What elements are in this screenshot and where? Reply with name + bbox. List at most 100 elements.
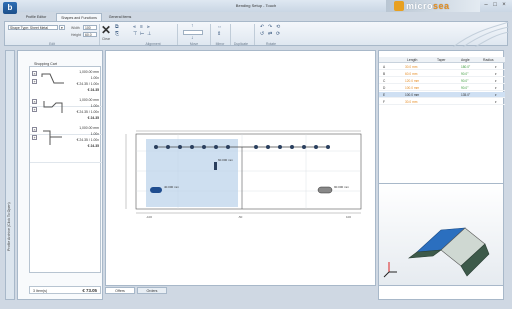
dimension-label-c: 60.000 mm (218, 158, 234, 162)
row-id: F (383, 100, 385, 104)
cart-item-count: 3 Item(s) (33, 289, 48, 293)
flip-icon[interactable]: ⇄ (268, 32, 272, 37)
axis-label-start: -100 (146, 215, 152, 219)
drawing-canvas[interactable]: 40.000 mm 60.000 mm 90.000 mm -100 -50 1… (105, 50, 376, 286)
row-length: 60.0 mm (405, 72, 418, 76)
move-up-icon[interactable]: ↑ (191, 24, 194, 29)
mirror-horizontal-icon[interactable]: ⇔ (217, 25, 222, 30)
cart-total-price: € 73.05 (82, 288, 97, 293)
clear-label: Clear (102, 37, 111, 41)
rotate-90-icon[interactable]: ↺ (260, 32, 264, 37)
row-length: 30.0 mm (405, 100, 418, 104)
table-row[interactable]: B 60.0 mm 90.0° ▾ (379, 71, 505, 77)
copy-icon[interactable]: ⧉ (115, 25, 119, 30)
row-id: A (383, 65, 386, 69)
col-angle: Angle (461, 58, 470, 62)
delete-icon[interactable]: ✕ (101, 23, 111, 37)
paste-icon[interactable]: ⎘ (115, 32, 119, 37)
3d-preview[interactable] (378, 183, 504, 286)
tab-general-items[interactable]: General Items (104, 13, 136, 21)
edit-item-icon[interactable]: + (32, 135, 37, 140)
row-length: 120.0 mm (405, 79, 420, 83)
axis-label-mid: -50 (238, 215, 243, 219)
row-dropdown-icon[interactable]: ▾ (495, 79, 497, 83)
remove-item-icon[interactable]: × (32, 99, 37, 104)
cart-item[interactable]: × + 1,000.00 mm 1.00x € 24.35 / 1.00x € … (30, 123, 102, 163)
group-edit: Edit (49, 42, 55, 46)
drag-handle-right (317, 186, 333, 194)
row-length: 100.0 mm (405, 93, 420, 97)
tab-profile-editor[interactable]: Profile Editor (18, 13, 54, 21)
rotate-left-icon[interactable]: ↶ (260, 25, 264, 30)
align-middle-icon[interactable]: ⊢ (140, 32, 144, 37)
group-rotate: Rotate (266, 42, 276, 46)
3d-profile-model[interactable] (379, 184, 504, 286)
align-center-icon[interactable]: ≡ (140, 25, 143, 30)
mirror-vertical-icon[interactable]: ⇕ (217, 32, 221, 37)
profile-thumbnail (43, 130, 62, 145)
reset-rotation-icon[interactable]: ⟳ (276, 32, 280, 37)
row-angle: 180.0° (461, 65, 471, 69)
width-label: Width (71, 26, 80, 30)
maximize-button[interactable]: □ (491, 2, 499, 9)
align-top-icon[interactable]: ⊤ (133, 32, 137, 37)
row-angle: 90.0° (461, 86, 469, 90)
move-down-icon[interactable]: ↓ (191, 36, 194, 41)
row-length: 30.0 mm (405, 65, 418, 69)
edit-item-icon[interactable]: + (32, 107, 37, 112)
height-input[interactable]: 60.0 (83, 32, 97, 37)
profile-node-vertical (214, 162, 217, 170)
tab-offers[interactable]: Offers (105, 287, 135, 294)
tab-shapes-functions[interactable]: Shapes and Functions (56, 13, 102, 21)
rotate-right-icon[interactable]: ↷ (268, 25, 272, 30)
table-row[interactable]: D 100.0 mm 90.0° ▾ (379, 85, 505, 91)
profile-drawing[interactable]: 40.000 mm 60.000 mm 90.000 mm -100 -50 1… (106, 51, 377, 287)
edit-item-icon[interactable]: + (32, 79, 37, 84)
profile-type-dropdown[interactable]: ▾ (59, 25, 65, 30)
row-dropdown-icon[interactable]: ▾ (495, 100, 497, 104)
col-length: Length (407, 58, 418, 62)
table-row[interactable]: F 30.0 mm ▾ (379, 99, 505, 105)
row-angle: 90.0° (461, 79, 469, 83)
segments-table-header: Length Taper Angle Radius (379, 57, 505, 63)
item-unit-price: € 24.35 / 1.00x (76, 110, 99, 114)
profile-type-select[interactable]: Shape Type: Sheet Metal (8, 25, 58, 30)
3d-edge-face (407, 249, 443, 259)
ribbon: Shape Type: Sheet Metal ▾ Width 100 Heig… (4, 21, 509, 47)
rotate-180-icon[interactable]: ⟲ (276, 25, 280, 30)
dimension-label-b: 90.000 mm (334, 185, 350, 189)
align-right-icon[interactable]: ⫸ (147, 25, 150, 30)
row-id: E (383, 93, 386, 97)
bend-marker-left (150, 187, 162, 193)
width-input[interactable]: 100 (83, 25, 97, 30)
table-row[interactable]: A 30.0 mm 180.0° ▾ (379, 64, 505, 70)
title-bar: b Bending Setup - Touch microsea – □ × (0, 0, 512, 14)
table-row-selected[interactable]: E 100.0 mm 135.0° ▾ (379, 92, 505, 98)
row-dropdown-icon[interactable]: ▾ (495, 72, 497, 76)
row-length: 100.0 mm (405, 86, 420, 90)
align-bottom-icon[interactable]: ⊥ (147, 32, 151, 37)
profile-archive-label: Profile Archive (Click To Open) (7, 202, 11, 251)
row-dropdown-icon[interactable]: ▾ (495, 65, 497, 69)
row-angle: 90.0° (461, 72, 469, 76)
divider (99, 24, 100, 45)
remove-item-icon[interactable]: × (32, 127, 37, 132)
row-id: C (383, 79, 386, 83)
table-row[interactable]: C 120.0 mm 90.0° ▾ (379, 78, 505, 84)
tab-orders[interactable]: Orders (137, 287, 167, 294)
remove-item-icon[interactable]: × (32, 71, 37, 76)
row-dropdown-icon[interactable]: ▾ (495, 86, 497, 90)
profile-archive-tab[interactable]: Profile Archive (Click To Open) (5, 50, 15, 300)
row-dropdown-icon[interactable]: ▾ (495, 93, 497, 97)
close-button[interactable]: × (500, 2, 508, 9)
divider (177, 24, 178, 45)
cart-list: × + 1,000.00 mm 1.00x € 24.35 / 1.00x € … (29, 66, 102, 273)
item-price: € 24.35 (87, 144, 99, 148)
selection-area (146, 139, 238, 207)
brand-logo: microsea (386, 0, 480, 12)
item-qty: 1.00x (90, 104, 99, 108)
item-unit-price: € 24.35 / 1.00x (76, 138, 99, 142)
item-length: 1,000.00 mm (79, 98, 99, 102)
minimize-button[interactable]: – (482, 2, 490, 9)
align-left-icon[interactable]: ⫷ (133, 25, 136, 30)
